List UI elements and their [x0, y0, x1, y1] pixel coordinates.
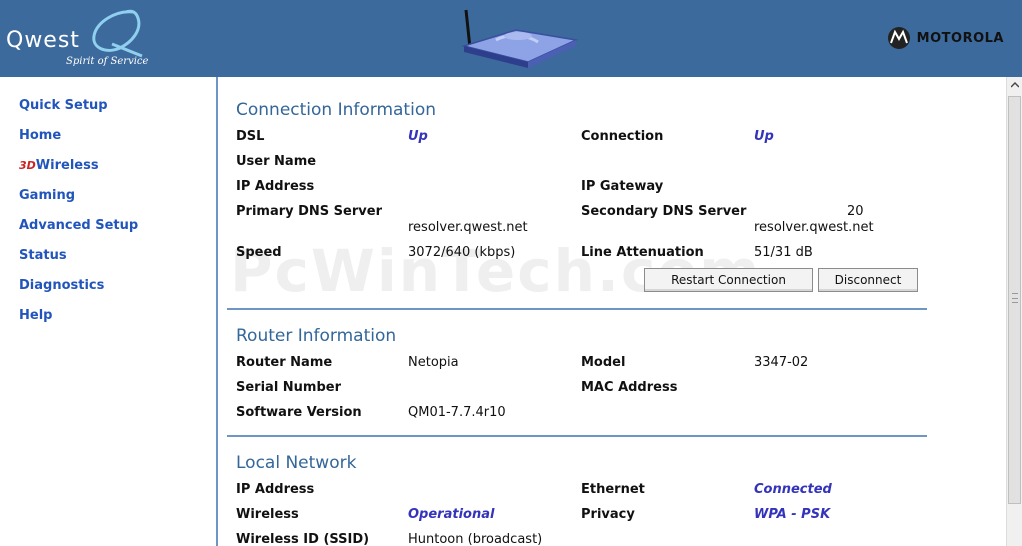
dsl-value: Up — [408, 129, 428, 144]
section-title-connection: Connection Information — [236, 100, 436, 120]
local-ip-address-label: IP Address — [236, 482, 315, 497]
router-name-value: Netopia — [408, 355, 459, 370]
connection-value: Up — [754, 129, 774, 144]
scrollbar-thumb[interactable] — [1008, 96, 1021, 504]
serial-number-label: Serial Number — [236, 380, 342, 395]
section-title-router: Router Information — [236, 326, 397, 346]
wireless-3d-icon: 3D — [19, 159, 36, 172]
header-banner: Qwest Spirit of Service MOTOROLA — [0, 0, 1022, 77]
nav-gaming[interactable]: Gaming — [19, 188, 75, 203]
motorola-logo: MOTOROLA — [887, 26, 1004, 50]
connection-label: Connection — [581, 129, 664, 144]
section-divider — [227, 435, 927, 437]
privacy-label: Privacy — [581, 507, 635, 522]
software-version-value: QM01-7.7.4r10 — [408, 405, 506, 420]
motorola-batwing-icon — [887, 27, 910, 49]
secondary-dns-value: resolver.qwest.net — [754, 220, 874, 235]
qwest-logo: Qwest — [6, 28, 80, 53]
software-version-label: Software Version — [236, 405, 362, 420]
line-attenuation-label: Line Attenuation — [581, 245, 704, 260]
nav-wireless[interactable]: 3DWireless — [19, 158, 99, 173]
motorola-wordmark: MOTOROLA — [916, 30, 1004, 46]
nav-home[interactable]: Home — [19, 128, 61, 143]
vertical-scrollbar[interactable] — [1006, 77, 1022, 546]
scrollbar-grip-icon — [1012, 293, 1018, 303]
nav-diagnostics[interactable]: Diagnostics — [19, 278, 104, 293]
privacy-value: WPA - PSK — [754, 507, 831, 522]
secondary-dns-label: Secondary DNS Server — [581, 204, 747, 219]
qwest-tagline: Spirit of Service — [66, 56, 149, 67]
ethernet-value: Connected — [754, 482, 832, 497]
nav-status[interactable]: Status — [19, 248, 67, 263]
restart-connection-button[interactable]: Restart Connection — [644, 268, 813, 292]
line-attenuation-value: 51/31 dB — [754, 245, 813, 260]
user-name-label: User Name — [236, 154, 317, 169]
scroll-up-arrow-icon[interactable] — [1007, 77, 1022, 93]
model-value: 3347-02 — [754, 355, 809, 370]
wireless-label: Wireless — [236, 507, 299, 522]
primary-dns-label: Primary DNS Server — [236, 204, 382, 219]
dsl-label: DSL — [236, 129, 265, 144]
primary-dns-value: resolver.qwest.net — [408, 220, 528, 235]
nav-quick-setup[interactable]: Quick Setup — [19, 98, 108, 113]
ip-gateway-label: IP Gateway — [581, 179, 664, 194]
nav-wireless-label: Wireless — [35, 158, 99, 173]
router-name-label: Router Name — [236, 355, 333, 370]
router-image — [461, 9, 579, 68]
wireless-value: Operational — [408, 507, 495, 522]
section-divider — [227, 308, 927, 310]
secondary-dns-ip: 20 — [847, 204, 864, 219]
disconnect-button[interactable]: Disconnect — [818, 268, 918, 292]
mac-address-label: MAC Address — [581, 380, 678, 395]
ethernet-label: Ethernet — [581, 482, 645, 497]
speed-value: 3072/640 (kbps) — [408, 245, 516, 260]
nav-advanced-setup[interactable]: Advanced Setup — [19, 218, 138, 233]
ssid-label: Wireless ID (SSID) — [236, 532, 370, 546]
ip-address-label: IP Address — [236, 179, 315, 194]
speed-label: Speed — [236, 245, 282, 260]
section-title-local-network: Local Network — [236, 453, 357, 473]
nav-help[interactable]: Help — [19, 308, 52, 323]
sidebar-nav: Quick Setup Home 3DWireless Gaming Advan… — [0, 77, 218, 546]
model-label: Model — [581, 355, 626, 370]
main-content: PcWinTech.com Connection Information DSL… — [220, 77, 1006, 546]
ssid-value: Huntoon (broadcast) — [408, 532, 543, 546]
qwest-swoosh-icon — [92, 9, 143, 58]
